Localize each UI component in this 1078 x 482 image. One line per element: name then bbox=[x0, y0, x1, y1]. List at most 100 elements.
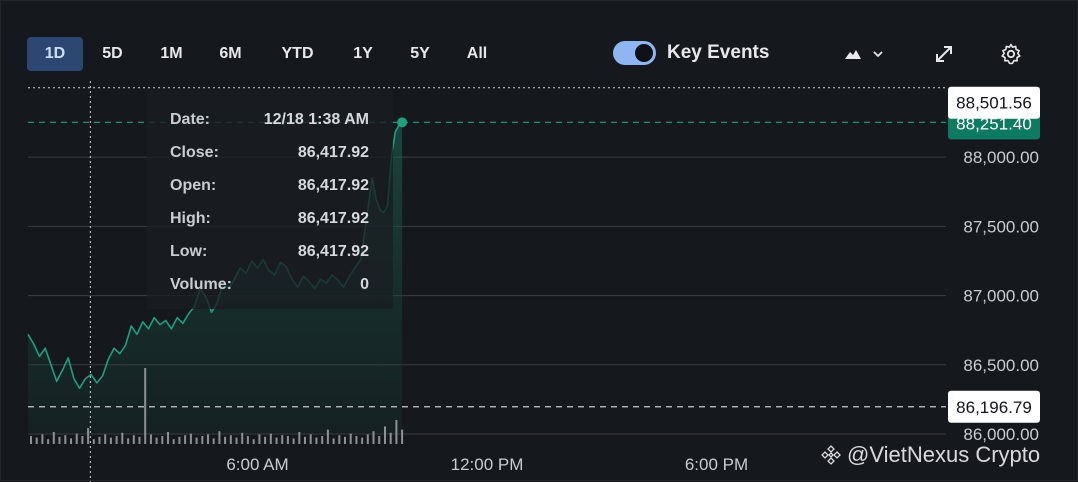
volume-bar bbox=[201, 436, 204, 444]
tooltip-value: 0 bbox=[360, 276, 369, 293]
chevron-down-icon bbox=[873, 51, 883, 58]
volume-bar bbox=[309, 434, 312, 444]
volume-bar bbox=[195, 437, 198, 444]
volume-bar bbox=[30, 436, 32, 444]
crosshair-price-badge-text: 88,501.56 bbox=[956, 94, 1032, 113]
volume-bar bbox=[207, 434, 209, 444]
range-tab-5d[interactable]: 5D bbox=[83, 37, 142, 71]
volume-bar bbox=[172, 439, 175, 444]
grid-lines bbox=[28, 156, 946, 435]
volume-bar bbox=[378, 436, 381, 444]
volume-bar bbox=[64, 435, 67, 444]
expand-icon bbox=[936, 46, 952, 62]
overlay-layer: 88,251.4088,501.56 86,196.79 bbox=[28, 81, 1040, 482]
tooltip-label: Volume: bbox=[170, 276, 232, 293]
volume-bar bbox=[144, 368, 147, 444]
tooltip-value: 86,417.92 bbox=[298, 243, 369, 260]
range-toolbar: 1D 5D 1M 6M YTD 1Y 5Y All bbox=[27, 37, 505, 71]
tooltip-value: 12/18 1:38 AM bbox=[264, 111, 369, 128]
volume-bar bbox=[224, 436, 227, 444]
watermark-text: @VietNexus Crypto bbox=[847, 442, 1041, 467]
volume-bar bbox=[47, 439, 50, 444]
volume-bar bbox=[109, 437, 112, 444]
watermark: @VietNexus Crypto bbox=[821, 442, 1040, 468]
volume-bar bbox=[344, 436, 346, 444]
settings-button[interactable] bbox=[997, 41, 1025, 67]
volume-bar bbox=[321, 436, 324, 444]
volume-bar bbox=[241, 432, 244, 444]
volume-bar bbox=[87, 428, 90, 444]
tooltip-panel bbox=[147, 91, 393, 309]
range-tab-1d[interactable]: 1D bbox=[27, 37, 83, 71]
volume-bar bbox=[361, 437, 364, 444]
volume-bar bbox=[264, 436, 267, 444]
volume-bar bbox=[127, 438, 130, 444]
volume-bar bbox=[121, 432, 124, 444]
volume-bar bbox=[372, 431, 375, 444]
key-events-toggle-group: Key Events bbox=[613, 41, 769, 65]
volume-bar bbox=[132, 435, 135, 444]
volume-bar bbox=[332, 438, 335, 444]
y-tick-label: 88,000.00 bbox=[963, 148, 1039, 167]
volume-bar bbox=[315, 437, 318, 444]
range-tab-1m[interactable]: 1M bbox=[142, 37, 201, 71]
axis-layer: 86,000.0086,500.0087,000.0087,500.0088,0… bbox=[226, 148, 1039, 474]
y-tick-label: 86,500.00 bbox=[963, 356, 1039, 375]
range-tab-1y[interactable]: 1Y bbox=[335, 37, 391, 71]
y-tick-label: 87,000.00 bbox=[963, 287, 1039, 306]
x-tick-label: 6:00 PM bbox=[685, 455, 748, 474]
volume-bar bbox=[189, 433, 192, 444]
tooltip-label: High: bbox=[170, 210, 211, 227]
volume-bar bbox=[70, 438, 72, 444]
volume-bar bbox=[212, 438, 215, 444]
reference-price-badge-bg bbox=[948, 390, 1040, 423]
key-events-label: Key Events bbox=[667, 42, 770, 63]
volume-bar bbox=[366, 434, 369, 444]
volume-bar bbox=[167, 432, 169, 444]
volume-bar bbox=[75, 433, 78, 444]
volume-bar bbox=[41, 434, 44, 444]
volume-bar bbox=[349, 433, 352, 444]
tooltip-label: Low: bbox=[170, 243, 207, 260]
tooltip-label: Date: bbox=[170, 111, 210, 128]
volume-bar bbox=[258, 434, 261, 444]
volume-bar bbox=[178, 436, 181, 444]
expand-button[interactable] bbox=[931, 41, 957, 67]
volume-bar bbox=[98, 436, 101, 444]
volume-bar bbox=[401, 429, 404, 444]
volume-bar bbox=[115, 436, 118, 444]
volume-bar bbox=[184, 435, 187, 444]
range-tab-5y[interactable]: 5Y bbox=[391, 37, 449, 71]
volume-bar bbox=[389, 432, 392, 444]
binance-logo-icon bbox=[821, 445, 841, 465]
gear-icon bbox=[1001, 43, 1021, 65]
range-tab-ytd[interactable]: YTD bbox=[260, 37, 335, 71]
volume-bar bbox=[161, 436, 164, 444]
tooltip-value: 86,417.92 bbox=[298, 144, 369, 161]
line-layer bbox=[27, 121, 403, 390]
volume-bar bbox=[355, 436, 358, 444]
range-tab-6m[interactable]: 6M bbox=[201, 37, 260, 71]
volume-bars bbox=[30, 368, 404, 444]
volume-bar bbox=[149, 434, 152, 444]
crosshair-price-badge-bg bbox=[948, 86, 1040, 119]
tooltip: Date: 12/18 1:38 AM Close: 86,417.92 Open: 86… bbox=[147, 91, 393, 309]
chart-widget: 1D 5D 1M 6M YTD 1Y 5Y All Key Events 88,… bbox=[0, 0, 1078, 482]
last-price-badge-bg bbox=[948, 107, 1040, 140]
price-line bbox=[27, 121, 403, 390]
chart-type-button[interactable] bbox=[843, 41, 889, 67]
volume-bar bbox=[286, 436, 289, 444]
volume-bar bbox=[218, 431, 221, 444]
volume-bar bbox=[338, 435, 341, 444]
range-tab-all[interactable]: All bbox=[449, 37, 505, 71]
volume-bar bbox=[395, 420, 398, 444]
volume-bar bbox=[58, 436, 61, 444]
tooltip-label: Open: bbox=[170, 177, 216, 194]
key-events-toggle[interactable] bbox=[613, 41, 656, 65]
volume-bar bbox=[104, 434, 107, 444]
volume-bar bbox=[384, 426, 386, 444]
toggle-knob bbox=[635, 44, 653, 62]
x-tick-label: 6:00 AM bbox=[226, 455, 288, 474]
tooltip-label: Close: bbox=[170, 144, 219, 161]
y-tick-label: 87,500.00 bbox=[963, 217, 1039, 236]
